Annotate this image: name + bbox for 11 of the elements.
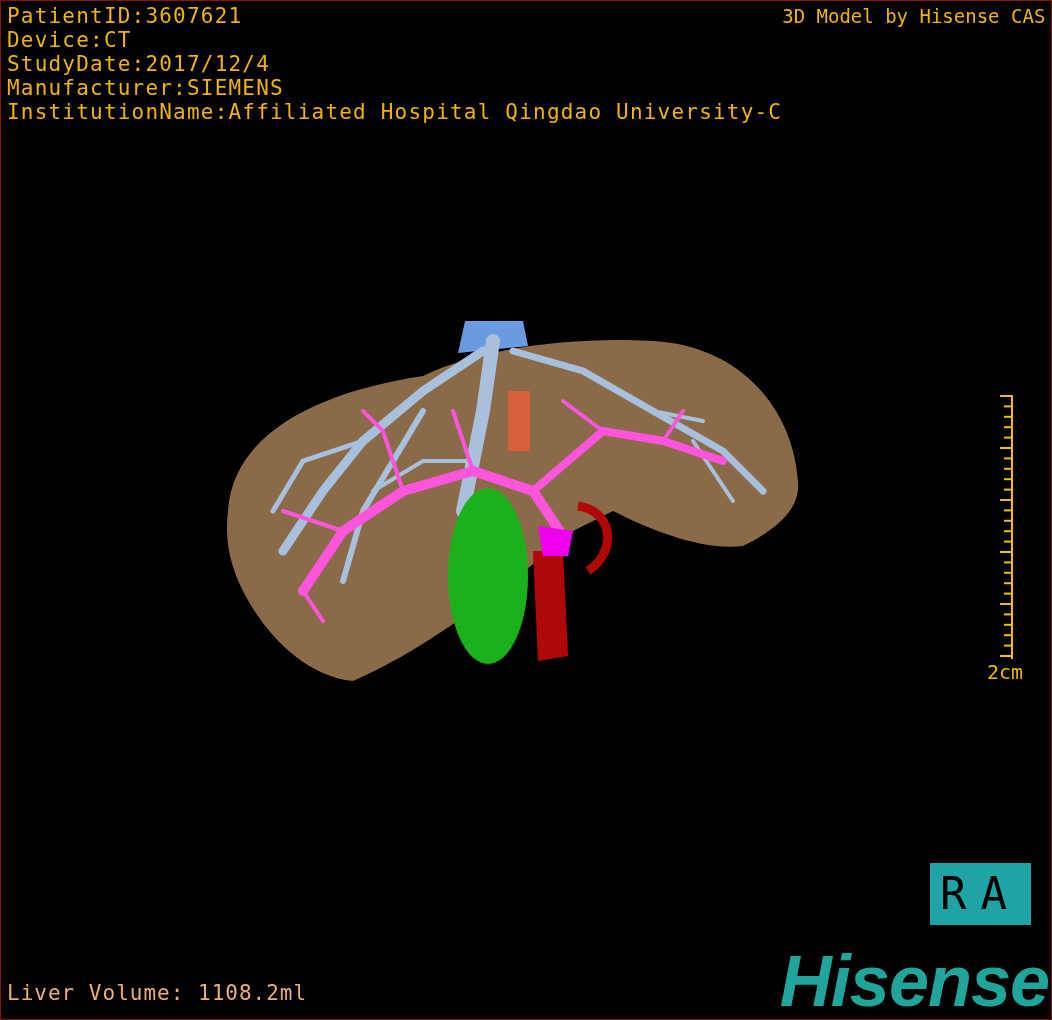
patient-info-text: Manufacturer:SIEMENS [7, 76, 285, 100]
brand-logo: Hisense [779, 949, 1049, 1013]
patient-info-text: InstitutionName:Affiliated Hospital Qingdao University-C [7, 100, 783, 124]
patient-info-text: Device:CT [7, 28, 133, 52]
patient-info-text: StudyDate:2017/12/4 [7, 52, 272, 76]
patient-info-text: PatientID:3607621 [7, 4, 244, 28]
liver-volume-text: Liver Volume: 1108.2ml [7, 981, 308, 1005]
scale-ruler-icon [999, 394, 1013, 660]
model-title: 3D Model by Hisense CAS [782, 4, 1046, 29]
scale-label: 2cm [986, 660, 1023, 684]
orientation-label: RA [930, 863, 1031, 925]
